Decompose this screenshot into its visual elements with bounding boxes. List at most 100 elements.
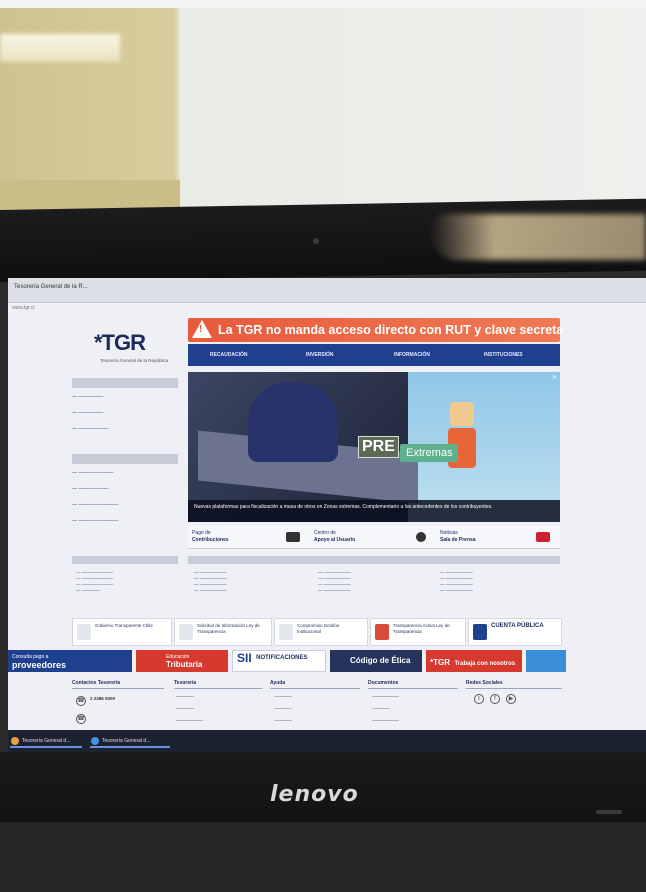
footer-links[interactable]: ―――――― ―――― ―――――― — [372, 694, 399, 724]
main-navigation: RECAUDACIÓN INVERSIÓN INFORMACIÓN INSTIT… — [188, 344, 560, 366]
sidebar-link[interactable]: — ――――― — [72, 410, 103, 416]
taskbar-item-label: Tesorería General d... — [102, 738, 151, 744]
tgr-logo[interactable]: *TGR — [94, 330, 146, 356]
promo-ley-label: Solicitud de Información Ley de Transpar… — [197, 623, 260, 634]
hero-carousel[interactable]: PRE Extremas ✕ Nuevas plataformas para f… — [188, 372, 560, 522]
sidebar-link[interactable]: — ――――――― — [72, 470, 113, 476]
security-alert-banner[interactable]: La TGR no manda acceso directo con RUT y… — [188, 318, 564, 342]
laptop-hinge — [0, 822, 646, 892]
bezel-glare — [430, 214, 646, 260]
transparency-icon — [77, 624, 91, 640]
sidebar-link[interactable]: — ―――――――― — [72, 502, 118, 508]
promo-activa-label: Transparencia Activa Ley de Transparenci… — [393, 623, 450, 634]
sidebar-link[interactable]: — ―――――――― — [72, 518, 118, 524]
banner-trabaja-label: Trabaja con nosotros — [454, 661, 516, 667]
hero-person — [248, 382, 338, 462]
footer-contacto: Contactos Tesorería — [72, 680, 164, 689]
browser-icon — [11, 737, 19, 745]
taskbar-item[interactable]: Tesorería General d... — [90, 734, 170, 748]
footer-ayuda: Ayuda — [270, 680, 360, 689]
banner-proveedores-label: proveedores — [12, 660, 67, 670]
footer-redes: Redes Sociales — [466, 680, 562, 689]
hero-caption: Nuevas plataformas para fiscalización a … — [188, 500, 560, 522]
taskbar-item-label: Tesorería General d... — [22, 738, 71, 744]
banner-extra[interactable] — [526, 650, 566, 672]
warning-icon — [192, 320, 212, 338]
document-icon — [279, 624, 293, 640]
people-icon — [536, 532, 550, 542]
quick-prensa[interactable]: Noticias Sala de Prensa — [440, 530, 476, 544]
promo-ley-transparencia[interactable]: Solicitud de Información Ley de Transpar… — [174, 618, 272, 646]
group-icon — [286, 532, 300, 542]
address-bar[interactable]: www.tgr.cl — [12, 305, 35, 311]
banner-notificaciones-label: NOTIFICACIONES — [256, 655, 308, 661]
list-links[interactable]: — ―――――― — ―――――― — ―――――― — ―――――― — [318, 570, 418, 594]
ceiling-lamp — [0, 34, 120, 62]
footer-phone[interactable]: 2 2386 0000 — [90, 696, 115, 702]
quick-prensa-label: Sala de Prensa — [440, 537, 476, 543]
promo-transparencia-label: Gobierno Transparente Chile — [95, 623, 153, 628]
browser-icon — [91, 737, 99, 745]
footer-tesoreria: Tesorería — [174, 680, 262, 689]
quick-contribuciones-small: Pago de — [192, 530, 211, 536]
sii-logo: SII — [237, 651, 252, 665]
promo-transparencia-activa[interactable]: Transparencia Activa Ley de Transparenci… — [370, 618, 466, 646]
laptop-screen: Tesorería General de la R... www.tgr.cl … — [8, 278, 646, 752]
footer-links[interactable]: ―――― ―――― ―――― — [274, 694, 292, 724]
sidebar-header — [72, 454, 178, 464]
promo-transparencia[interactable]: Gobierno Transparente Chile — [72, 618, 172, 646]
banner-educacion[interactable]: Educación Tributaria — [136, 650, 228, 672]
list-header — [72, 556, 178, 564]
quick-contribuciones-label: Contribuciones — [192, 537, 229, 543]
nav-recaudacion[interactable]: RECAUDACIÓN — [210, 352, 248, 358]
banner-notificaciones[interactable]: SII NOTIFICACIONES — [232, 650, 326, 672]
sidebar-link[interactable]: — ―――――― — [72, 426, 108, 432]
nav-inversion[interactable]: INVERSIÓN — [306, 352, 334, 358]
youtube-icon[interactable]: ▶ — [506, 694, 516, 704]
alert-text: La TGR no manda acceso directo con RUT y… — [218, 323, 564, 337]
webcam-icon — [313, 238, 319, 244]
taskbar-item[interactable]: Tesorería General d... — [10, 734, 82, 748]
footer-documentos: Documentos — [368, 680, 458, 689]
promo-cuenta-label: CUENTA PÚBLICA — [491, 623, 544, 629]
facebook-icon[interactable]: f — [490, 694, 500, 704]
banner-codigo-etica[interactable]: Código de Ética — [330, 650, 422, 672]
extremas-label: Extremas — [400, 444, 459, 462]
promo-cuenta-publica[interactable]: CUENTA PÚBLICA — [468, 618, 562, 646]
list-links[interactable]: — ――――――― — ――――――― — ――――――― — ―――― — [76, 570, 176, 594]
pre-label: PRE — [358, 436, 399, 458]
promo-gestion[interactable]: Compromiso Gestión Institucional — [274, 618, 368, 646]
twitter-icon[interactable]: t — [474, 694, 484, 704]
tgr-logo-subtitle: Tesorería General de la República — [100, 358, 169, 363]
list-links[interactable]: — ―――――― — ―――――― — ―――――― — ―――――― — [194, 570, 294, 594]
power-led — [596, 810, 622, 814]
quick-prensa-small: Noticias — [440, 530, 458, 536]
quick-apoyo-label: Apoyo al Usuario — [314, 537, 356, 543]
footer-links[interactable]: ―――― ―――― ―――――― — [176, 694, 203, 724]
banner-etica-label: Código de Ética — [350, 656, 411, 665]
quick-apoyo[interactable]: Centro de Apoyo al Usuario — [314, 530, 355, 544]
list-links[interactable]: — ―――――― — ―――――― — ―――――― — ―――――― — [440, 570, 540, 594]
banner-educacion-label: Tributaria — [166, 660, 203, 669]
banner-proveedores[interactable]: Consulta pago a proveedores — [8, 650, 132, 672]
sidebar-link[interactable]: — ―――――― — [72, 486, 108, 492]
browser-tab[interactable]: Tesorería General de la R... — [14, 284, 88, 290]
quick-contribuciones[interactable]: Pago de Contribuciones — [192, 530, 229, 544]
promo-gestion-label: Compromiso Gestión Institucional — [297, 623, 340, 634]
os-taskbar: Tesorería General d... Tesorería General… — [8, 730, 646, 752]
sidebar-header — [72, 378, 178, 388]
sidebar-link[interactable]: — ――――― — [72, 394, 103, 400]
close-icon[interactable]: ✕ — [552, 374, 557, 381]
cartoon-head — [450, 402, 474, 426]
list-header — [188, 556, 560, 564]
phone-icon: ☎ — [76, 714, 86, 724]
quick-access-bar: Pago de Contribuciones Centro de Apoyo a… — [188, 526, 560, 549]
document-icon — [375, 624, 389, 640]
phone-icon: ☎ — [76, 696, 86, 706]
quick-apoyo-small: Centro de — [314, 530, 336, 536]
nav-informacion[interactable]: INFORMACIÓN — [394, 352, 430, 358]
document-icon — [179, 624, 193, 640]
banner-trabaja[interactable]: *TGR Trabaja con nosotros — [426, 650, 522, 672]
nav-instituciones[interactable]: INSTITUCIONES — [484, 352, 523, 358]
flag-icon — [473, 624, 487, 640]
